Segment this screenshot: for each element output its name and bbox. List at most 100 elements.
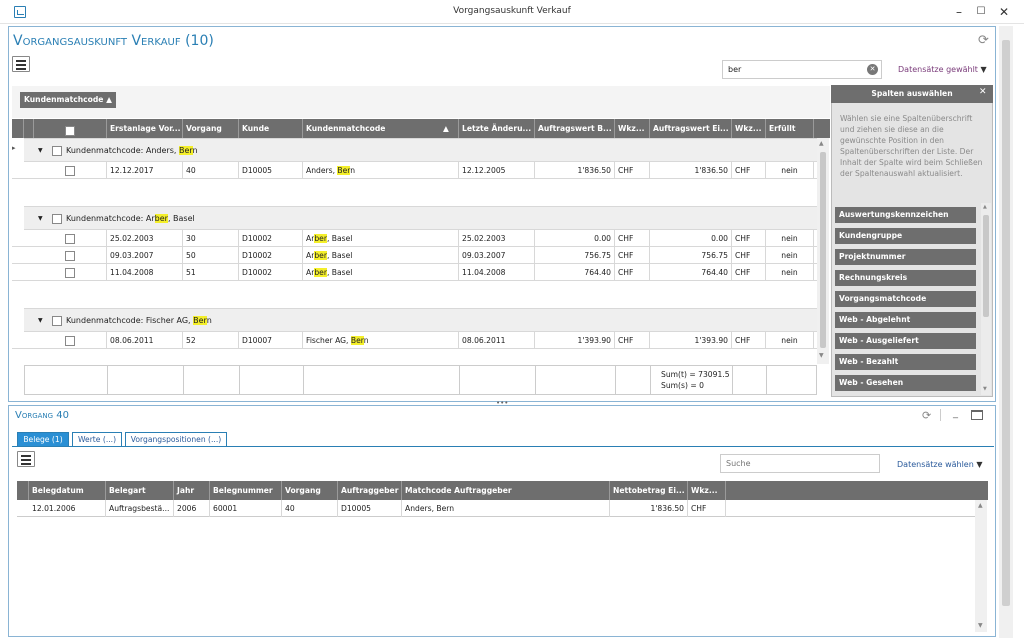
col-auftragswert-b[interactable]: Auftragswert B... — [535, 119, 615, 138]
cell-wkz-2: CHF — [732, 247, 766, 264]
cell-kunde: D10002 — [239, 230, 303, 247]
row-select-cell[interactable] — [34, 162, 107, 179]
expand-toggle-icon[interactable]: ▼ — [38, 207, 43, 231]
select-all-col[interactable] — [34, 119, 107, 138]
detail-datasets-label: Datensätze wählen — [897, 460, 974, 469]
column-chooser-scrollbar[interactable]: ▲ ▼ — [981, 203, 991, 395]
group-checkbox[interactable] — [52, 214, 62, 224]
col-letzte-aenderung[interactable]: Letzte Änderu... — [459, 119, 535, 138]
expand-toggle-icon[interactable]: ▼ — [38, 309, 43, 333]
col-erstanlage[interactable]: Erstanlage Vor... — [107, 119, 183, 138]
col-detail-wkz[interactable]: Wkz... — [688, 481, 726, 500]
detail-grid-scrollbar[interactable]: ▲ ▼ — [975, 500, 987, 632]
table-row[interactable]: 11.04.2008 51 D10002 Arber, Basel 11.04.2008… — [12, 264, 817, 281]
column-chooser-item[interactable]: Auswertungskennzeichen — [835, 207, 976, 223]
group-row[interactable]: ▼ Kundenmatchcode: Anders, Bern — [24, 138, 817, 162]
cell-belegdatum: 12.01.2006 — [29, 500, 106, 517]
window-scrollbar[interactable] — [999, 26, 1013, 638]
cell-wkz-1: CHF — [615, 162, 650, 179]
maximize-icon[interactable]: ☐ — [970, 3, 992, 21]
row-checkbox[interactable] — [65, 268, 75, 278]
column-chooser-item[interactable]: Web - Ausgeliefert — [835, 333, 976, 349]
group-checkbox[interactable] — [52, 316, 62, 326]
col-detail-vorgang[interactable]: Vorgang — [282, 481, 338, 500]
cell-kunde: D10002 — [239, 247, 303, 264]
row-checkbox[interactable] — [65, 251, 75, 261]
cell-erfuellt: nein — [766, 264, 814, 281]
column-chooser-item[interactable]: Web - Gesehen — [835, 375, 976, 391]
row-select-cell[interactable] — [34, 264, 107, 281]
col-vorgang[interactable]: Vorgang — [183, 119, 239, 138]
row-select-cell[interactable] — [34, 230, 107, 247]
table-row[interactable]: 08.06.2011 52 D10007 Fischer AG, Bern 08.06.… — [12, 332, 817, 349]
col-matchcode-auftraggeber[interactable]: Matchcode Auftraggeber — [402, 481, 610, 500]
col-belegdatum[interactable]: Belegdatum — [29, 481, 106, 500]
group-label: Kundenmatchcode: Arber, Basel — [66, 207, 195, 231]
col-auftragswert-ei[interactable]: Auftragswert Ei... — [650, 119, 732, 138]
col-wkz-2[interactable]: Wkz... — [732, 119, 766, 138]
detail-grid-header: Belegdatum Belegart Jahr Belegnummer Vor… — [17, 481, 988, 500]
col-wkz-1[interactable]: Wkz... — [615, 119, 650, 138]
row-checkbox[interactable] — [65, 166, 75, 176]
datasets-selected-dropdown[interactable]: Datensätze gewählt ▼ — [898, 65, 987, 74]
table-row[interactable]: 12.01.2006 Auftragsbestä... 2006 60001 40 D10… — [17, 500, 975, 517]
group-checkbox[interactable] — [52, 146, 62, 156]
column-chooser-item[interactable]: Web - Abgelehnt — [835, 312, 976, 328]
group-drop-area[interactable] — [12, 86, 830, 118]
col-kundenmatchcode[interactable]: Kundenmatchcode ▲ — [303, 119, 459, 138]
column-chooser-item[interactable]: Vorgangsmatchcode — [835, 291, 976, 307]
close-icon[interactable]: ✕ — [993, 3, 1015, 21]
search-input[interactable]: ber ✕ — [722, 60, 882, 79]
table-row[interactable]: 25.02.2003 30 D10002 Arber, Basel 25.02.2003… — [12, 230, 817, 247]
column-chooser-item[interactable]: Kundengruppe — [835, 228, 976, 244]
cell-auftragswert-ei: 764.40 — [650, 264, 732, 281]
col-kunde[interactable]: Kunde — [239, 119, 303, 138]
row-checkbox[interactable] — [65, 234, 75, 244]
group-chip-kundenmatchcode[interactable]: Kundenmatchcode ▲ — [20, 92, 116, 108]
tab-vorgangspositionen[interactable]: Vorgangspositionen (...) — [125, 432, 227, 447]
column-chooser-item[interactable]: Web - Bezahlt — [835, 354, 976, 370]
detail-search-input[interactable] — [720, 454, 880, 473]
group-label-prefix: Kundenmatchcode: Ar — [66, 214, 155, 223]
select-all-checkbox[interactable] — [65, 126, 75, 136]
detail-menu-button[interactable] — [17, 451, 35, 467]
row-select-cell[interactable] — [34, 332, 107, 349]
refresh-icon[interactable]: ⟳ — [978, 33, 989, 48]
detail-maximize-icon[interactable] — [971, 410, 983, 420]
col-erfuellt[interactable]: Erfüllt — [766, 119, 814, 138]
minimize-icon[interactable]: – — [948, 3, 970, 21]
detail-datasets-dropdown[interactable]: Datensätze wählen ▼ — [897, 460, 983, 469]
group-row[interactable]: ▼ Kundenmatchcode: Fischer AG, Bern — [24, 308, 817, 332]
cell-belegart: Auftragsbestä... — [106, 500, 174, 517]
cell-auftragswert-b: 1'393.90 — [535, 332, 615, 349]
group-row[interactable]: ▼ Kundenmatchcode: Arber, Basel — [24, 206, 817, 230]
table-row[interactable]: 09.03.2007 50 D10002 Arber, Basel 09.03.2007… — [12, 247, 817, 264]
expand-toggle-icon[interactable]: ▼ — [38, 139, 43, 163]
table-row[interactable]: 12.12.2017 40 D10005 Anders, Bern 12.12.2005… — [12, 162, 817, 179]
cell-auftragswert-b: 756.75 — [535, 247, 615, 264]
cell-vorgang: 40 — [183, 162, 239, 179]
clear-search-icon[interactable]: ✕ — [867, 64, 878, 75]
column-chooser-item[interactable]: Rechnungskreis — [835, 270, 976, 286]
match-suffix: , Basel — [326, 234, 353, 243]
col-belegnummer[interactable]: Belegnummer — [210, 481, 282, 500]
menu-button[interactable] — [12, 56, 30, 72]
row-checkbox[interactable] — [65, 336, 75, 346]
tab-belege[interactable]: Belege (1) — [17, 432, 69, 447]
tab-werte[interactable]: Werte (...) — [72, 432, 122, 447]
cell-vorgang: 50 — [183, 247, 239, 264]
column-chooser-item[interactable]: Projektnummer — [835, 249, 976, 265]
group-label-prefix: Kundenmatchcode: Anders, — [66, 146, 179, 155]
detail-minimize-icon[interactable]: _ — [953, 408, 958, 419]
cell-auftragswert-b: 764.40 — [535, 264, 615, 281]
detail-refresh-icon[interactable]: ⟳ — [922, 409, 931, 422]
grid-scrollbar[interactable]: ▲ ▼ — [817, 138, 829, 364]
row-select-cell[interactable] — [34, 247, 107, 264]
column-chooser-close-icon[interactable]: ✕ — [979, 87, 987, 97]
col-nettobetrag[interactable]: Nettobetrag Ei... — [610, 481, 688, 500]
cell-vorgang: 51 — [183, 264, 239, 281]
col-jahr[interactable]: Jahr — [174, 481, 210, 500]
cell-kundenmatchcode: Arber, Basel — [303, 230, 459, 247]
col-auftraggeber[interactable]: Auftraggeber — [338, 481, 402, 500]
col-belegart[interactable]: Belegart — [106, 481, 174, 500]
